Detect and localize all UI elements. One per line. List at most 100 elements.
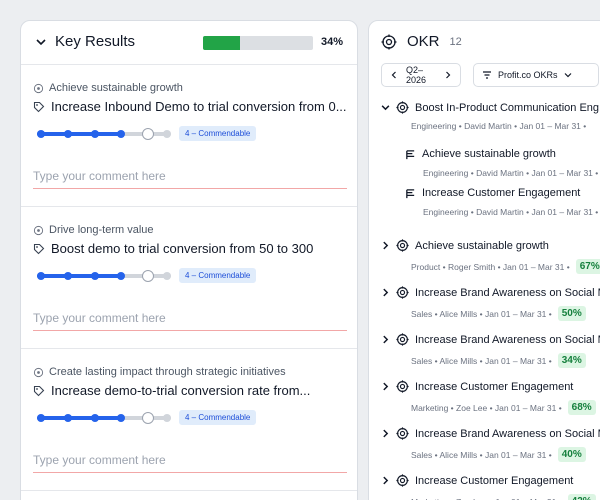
chevron-right-icon[interactable] [381,382,390,391]
rating-slider[interactable] [37,270,171,282]
chevron-down-icon[interactable] [381,103,390,112]
slider-step-dot[interactable] [37,272,45,280]
okr-list-item[interactable]: Achieve sustainable growth Product • Roge… [369,239,600,279]
chevron-right-icon[interactable] [444,71,452,79]
progress-badge: 50% [557,306,586,321]
key-result-icon [406,188,415,198]
slider-thumb[interactable] [142,128,155,140]
progress-badge: 68% [567,400,596,415]
key-result-icon [406,149,415,159]
rating-badge: 4 – Commendable [179,410,257,425]
slider-step-dot[interactable] [117,130,126,138]
okr-list-item[interactable]: Increase Brand Awareness on Social M Sale… [369,427,600,467]
tag-icon [33,101,45,112]
slider-track-fill [37,416,122,420]
key-result-title[interactable]: Boost demo to trial conversion from 50 t… [51,241,313,256]
target-icon [381,34,397,49]
okr-item-title: Achieve sustainable growth [415,239,549,252]
key-result-card: Achieve sustainable growth Increase Inbo… [21,65,357,207]
slider-step-dot[interactable] [163,130,171,138]
okr-item-title: Increase Customer Engagement [415,474,574,487]
slider-step-dot[interactable] [63,130,72,138]
objective-line: Drive long-term value [33,224,154,236]
slider-step-dot[interactable] [63,272,72,280]
okr-list-item[interactable]: Increase Customer Engagement Engineering … [369,187,600,227]
okr-item-title: Increase Customer Engagement [422,187,581,199]
comment-input[interactable] [33,163,347,189]
okr-item-title: Boost In-Product Communication Eng [415,101,600,114]
chevron-right-icon[interactable] [381,476,390,485]
slider-step-dot[interactable] [90,414,99,422]
chevron-down-icon[interactable] [35,36,47,48]
slider-thumb[interactable] [142,412,155,424]
key-results-title: Key Results [55,33,136,50]
rating-slider[interactable] [37,128,171,140]
okr-list-item[interactable]: Increase Brand Awareness on Social M Sale… [369,333,600,373]
target-icon [33,367,44,377]
okr-item-meta: Engineering • David Martin • Jan 01 – Ma… [411,121,587,131]
key-result-title-line: Increase Inbound Demo to trial conversio… [33,99,351,114]
target-icon [396,380,409,393]
okr-item-meta: Engineering • David Martin • Jan 01 – Ma… [423,168,599,178]
slider-step-dot[interactable] [37,130,45,138]
okr-list-item[interactable]: Achieve sustainable growth Engineering • … [369,148,600,188]
okr-item-title: Increase Brand Awareness on Social M [415,427,600,440]
okr-item-meta: Sales • Alice Mills • Jan 01 – Mar 31 • [411,355,552,366]
okr-item-meta: Engineering • David Martin • Jan 01 – Ma… [423,207,599,217]
objective-name: Drive long-term value [49,224,154,236]
okr-title: OKR [407,33,440,50]
key-result-card: Create lasting impact through strategic … [21,349,357,491]
target-icon [396,286,409,299]
okr-list-item[interactable]: Increase Customer Engagement Marketing • … [369,474,600,500]
target-icon [396,474,409,487]
quarter-selector[interactable]: Q2–2026 [381,63,461,87]
slider-step-dot[interactable] [37,414,45,422]
rating-badge: 4 – Commendable [179,126,257,141]
rating-slider[interactable] [37,412,171,424]
okr-item-title: Increase Brand Awareness on Social M [415,333,600,346]
okr-list-item[interactable]: Boost In-Product Communication Eng Engine… [369,101,600,141]
target-icon [33,225,44,235]
filter-icon [483,71,491,79]
okr-item-meta: Marketing • Zoe Lee • Jan 01 – Mar 31 • [411,402,562,413]
chevron-right-icon[interactable] [381,288,390,297]
slider-track-fill [37,274,122,278]
okr-filter-dropdown[interactable]: Profit.co OKRs [473,63,599,87]
chevron-right-icon[interactable] [381,429,390,438]
okr-item-title: Achieve sustainable growth [422,148,556,160]
okr-item-meta: Product • Roger Smith • Jan 01 – Mar 31 … [411,261,570,272]
target-icon [396,101,409,114]
okr-list-item[interactable]: Increase Customer Engagement Marketing • … [369,380,600,420]
overall-progress-bar [203,36,313,50]
okr-count: 12 [449,35,462,48]
objective-name: Achieve sustainable growth [49,82,183,94]
comment-input[interactable] [33,305,347,331]
target-icon [396,427,409,440]
okr-list-item[interactable]: Increase Brand Awareness on Social M Sale… [369,286,600,326]
rating-badge: 4 – Commendable [179,268,257,283]
key-results-panel: Key Results 34% Achieve sustainable grow… [20,20,358,500]
comment-input[interactable] [33,447,347,473]
objective-line: Achieve sustainable growth [33,82,183,94]
quarter-label: Q2–2026 [406,65,427,85]
key-result-title[interactable]: Increase demo-to-trial conversion rate f… [51,383,310,398]
chevron-right-icon[interactable] [381,335,390,344]
key-results-header: Key Results 34% [21,21,357,65]
target-icon [396,239,409,252]
okr-item-title: Increase Customer Engagement [415,380,574,393]
target-icon [33,83,44,93]
slider-step-dot[interactable] [90,130,99,138]
chevron-right-icon[interactable] [381,241,390,250]
progress-badge: 40% [557,447,586,462]
chevron-left-icon[interactable] [390,71,398,79]
slider-step-dot[interactable] [90,272,99,280]
slider-step-dot[interactable] [63,414,72,422]
progress-badge: 34% [557,353,586,368]
slider-step-dot[interactable] [117,414,126,422]
slider-step-dot[interactable] [163,414,171,422]
okr-item-meta: Sales • Alice Mills • Jan 01 – Mar 31 • [411,308,552,319]
slider-thumb[interactable] [142,270,155,282]
slider-step-dot[interactable] [117,272,126,280]
key-result-title[interactable]: Increase Inbound Demo to trial conversio… [51,99,347,114]
slider-step-dot[interactable] [163,272,171,280]
